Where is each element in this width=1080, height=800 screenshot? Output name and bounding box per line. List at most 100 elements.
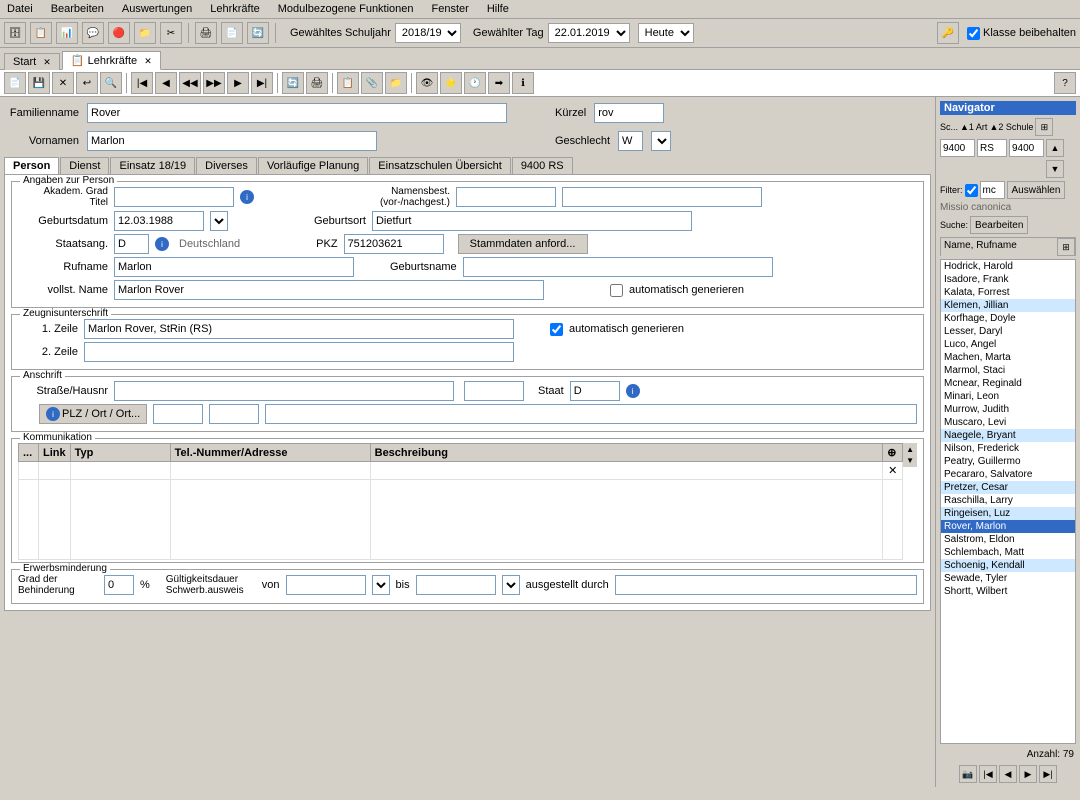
nav-item-18[interactable]: Raschilla, Larry (941, 494, 1075, 507)
person-tab-dienst[interactable]: Dienst (60, 157, 109, 174)
comm-scrollbar[interactable]: ▲ ▼ (903, 443, 917, 467)
nav-item-7[interactable]: Machen, Marta (941, 351, 1075, 364)
autogen-checkbox[interactable] (610, 284, 623, 297)
person-tab-diverses[interactable]: Diverses (196, 157, 257, 174)
nav-val3[interactable] (1009, 139, 1044, 157)
nav-expand-btn[interactable]: ⊞ (1035, 118, 1053, 136)
tb2-prev[interactable]: ◀ (155, 72, 177, 94)
tag-select[interactable]: 22.01.2019 (548, 23, 630, 43)
nav-item-21[interactable]: Salstrom, Eldon (941, 533, 1075, 546)
nav-item-10[interactable]: Minari, Leon (941, 390, 1075, 403)
tb2-5[interactable]: 🔍 (100, 72, 122, 94)
toolbar-btn-9[interactable]: 📄 (221, 22, 243, 44)
plz-btn[interactable]: i PLZ / Ort / Ort... (39, 404, 147, 424)
zeile1-autogen-checkbox[interactable] (550, 323, 563, 336)
tb2-prevp[interactable]: ◀◀ (179, 72, 201, 94)
nav-schule-label[interactable]: ▲2 Schule (989, 122, 1033, 132)
tab-start[interactable]: Start ✕ (4, 53, 60, 70)
tb2-arrow[interactable]: ➡ (488, 72, 510, 94)
zeile1-input[interactable] (84, 319, 514, 339)
nav-prev-btn[interactable]: ◀ (999, 765, 1017, 783)
nav-art-label[interactable]: ▲1 Art (960, 122, 987, 132)
col-sort[interactable]: ... (19, 444, 39, 462)
nav-item-3[interactable]: Klemen, Jillian (941, 299, 1075, 312)
tab-start-close[interactable]: ✕ (43, 57, 51, 67)
staat-input[interactable] (570, 381, 620, 401)
nav-col-btn[interactable]: ⊞ (1057, 238, 1075, 256)
nav-last-btn[interactable]: ▶| (1039, 765, 1057, 783)
von-input[interactable] (286, 575, 366, 595)
nav-item-17[interactable]: Pretzer, Cesar (941, 481, 1075, 494)
zeile2-input[interactable] (84, 342, 514, 362)
kuerzel-input[interactable] (594, 103, 664, 123)
ausgestellt-input[interactable] (615, 575, 917, 595)
tb2-refresh[interactable]: 🔄 (282, 72, 304, 94)
nav-first-btn[interactable]: |◀ (979, 765, 997, 783)
toolbar-btn-8[interactable]: 🖨 (195, 22, 217, 44)
tb2-first[interactable]: |◀ (131, 72, 153, 94)
tb2-last[interactable]: ▶| (251, 72, 273, 94)
hausnr-input[interactable] (464, 381, 524, 401)
toolbar-btn-1[interactable]: 🗄 (4, 22, 26, 44)
tb2-copy[interactable]: 📋 (337, 72, 359, 94)
vornamen-input[interactable] (87, 131, 377, 151)
nav-item-23[interactable]: Schoenig, Kendall (941, 559, 1075, 572)
nav-sc-label[interactable]: Sc... (940, 122, 958, 132)
toolbar-btn-2[interactable]: 📋 (30, 22, 52, 44)
strasse-input[interactable] (114, 381, 454, 401)
menu-fenster[interactable]: Fenster (429, 2, 472, 16)
toolbar-btn-6[interactable]: 📁 (134, 22, 156, 44)
nav-item-20[interactable]: Rover, Marlon (941, 520, 1075, 533)
tb2-del[interactable]: ✕ (52, 72, 74, 94)
menu-hilfe[interactable]: Hilfe (484, 2, 512, 16)
gebdatum-select[interactable] (210, 211, 228, 231)
toolbar-btn-10[interactable]: 🔄 (247, 22, 269, 44)
toolbar-btn-5[interactable]: 🔴 (108, 22, 130, 44)
tb2-save[interactable]: 💾 (28, 72, 50, 94)
nav-item-9[interactable]: Mcnear, Reginald (941, 377, 1075, 390)
auswaehlen-btn[interactable]: Auswählen (1007, 181, 1066, 199)
nav-item-25[interactable]: Shortt, Wilbert (941, 585, 1075, 598)
col-tel[interactable]: Tel.-Nummer/Adresse (170, 444, 370, 462)
nav-photo-btn[interactable]: 📷 (959, 765, 977, 783)
nav-item-2[interactable]: Kalata, Forrest (941, 286, 1075, 299)
menu-datei[interactable]: Datei (4, 2, 36, 16)
ort-input2[interactable] (265, 404, 917, 424)
tb2-nextp[interactable]: ▶▶ (203, 72, 225, 94)
menu-lehrkraefte[interactable]: Lehrkräfte (207, 2, 263, 16)
nav-item-22[interactable]: Schlembach, Matt (941, 546, 1075, 559)
akadem-input[interactable] (114, 187, 234, 207)
nav-item-12[interactable]: Muscaro, Levi (941, 416, 1075, 429)
nav-item-1[interactable]: Isadore, Frank (941, 273, 1075, 286)
tb2-info[interactable]: ℹ (512, 72, 534, 94)
bis-input[interactable] (416, 575, 496, 595)
staatsang-input[interactable] (114, 234, 149, 254)
toolbar-btn-3[interactable]: 📊 (56, 22, 78, 44)
nav-scroll-up[interactable]: ▲ (1046, 139, 1064, 157)
nav-item-24[interactable]: Sewade, Tyler (941, 572, 1075, 585)
col-beschreibung[interactable]: Beschreibung (370, 444, 883, 462)
person-tab-einsatzschulen[interactable]: Einsatzschulen Übersicht (369, 157, 511, 174)
nav-item-6[interactable]: Luco, Angel (941, 338, 1075, 351)
tb2-new[interactable]: 📄 (4, 72, 26, 94)
menu-modulbezogene[interactable]: Modulbezogene Funktionen (275, 2, 417, 16)
nav-item-4[interactable]: Korfhage, Doyle (941, 312, 1075, 325)
namensbest-input1[interactable] (456, 187, 556, 207)
tb2-next[interactable]: ▶ (227, 72, 249, 94)
nav-item-5[interactable]: Lesser, Daryl (941, 325, 1075, 338)
nav-item-16[interactable]: Pecararo, Salvatore (941, 468, 1075, 481)
nav-item-0[interactable]: Hodrick, Harold (941, 260, 1075, 273)
pkz-input[interactable] (344, 234, 444, 254)
geschlecht-input[interactable] (618, 131, 643, 151)
tb2-paste[interactable]: 📎 (361, 72, 383, 94)
nav-val2[interactable] (977, 139, 1007, 157)
nav-item-11[interactable]: Murrow, Judith (941, 403, 1075, 416)
ort-input1[interactable] (209, 404, 259, 424)
filter-checkbox[interactable] (965, 184, 978, 197)
person-tab-vorlaeufig[interactable]: Vorläufige Planung (258, 157, 368, 174)
tb2-cancel[interactable]: ↩ (76, 72, 98, 94)
col-actions[interactable]: ⊕ (883, 444, 903, 462)
col-typ[interactable]: Typ (70, 444, 170, 462)
tab-lehrkraefte[interactable]: 📋 Lehrkräfte ✕ (62, 51, 161, 70)
tb2-eye[interactable]: 👁 (416, 72, 438, 94)
